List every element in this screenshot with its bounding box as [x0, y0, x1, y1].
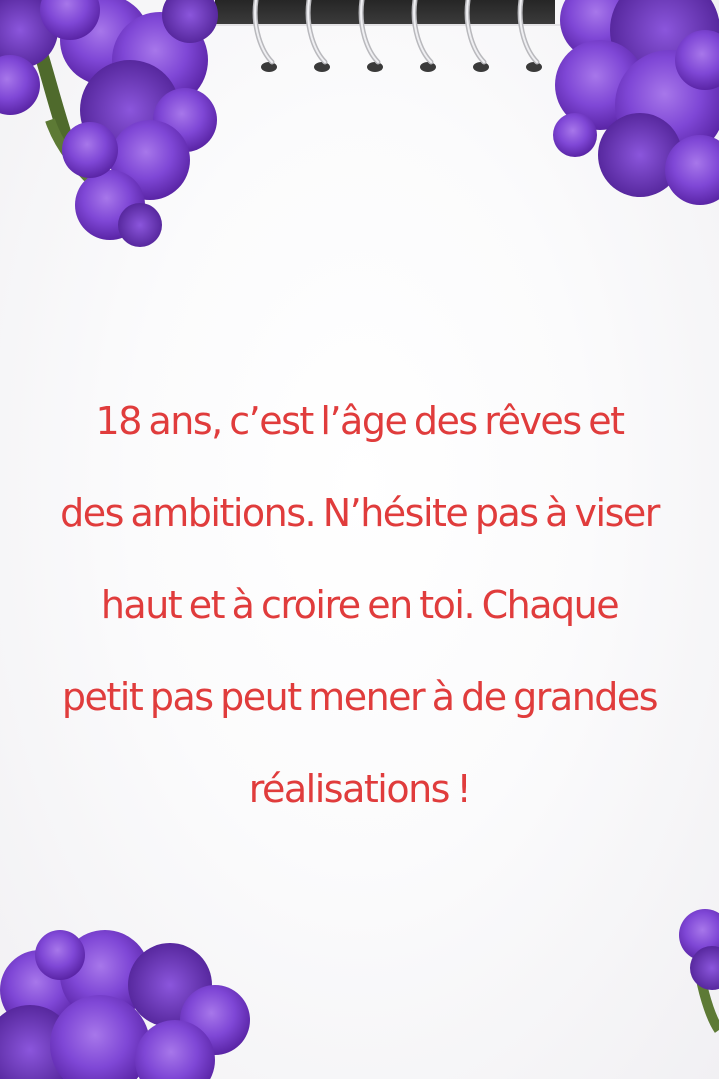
- flower-cluster-top-left-icon: [0, 0, 218, 247]
- quote-card: 18 ans, c’est l’âge des rêves et des amb…: [0, 0, 719, 1079]
- spiral-ring-icon: [411, 0, 436, 72]
- quote-line: des ambitions. N’hésite pas à viser: [60, 491, 660, 535]
- flower-cluster-bottom-right-icon: [679, 909, 719, 1033]
- spiral-ring-icon: [358, 0, 383, 72]
- spiral-ring-icon: [464, 0, 489, 72]
- spiral-rings: [252, 0, 542, 72]
- spiral-ring-icon: [252, 0, 277, 72]
- flower-cluster-bottom-left-icon: [0, 930, 250, 1079]
- birthday-quote: 18 ans, c’est l’âge des rêves et des amb…: [0, 375, 719, 835]
- quote-line: petit pas peut mener à de grandes: [61, 675, 659, 719]
- flower-cluster-top-right-icon: [553, 0, 719, 205]
- quote-line: haut et à croire en toi. Chaque: [100, 583, 620, 627]
- quote-line: réalisations !: [248, 767, 472, 811]
- quote-line: 18 ans, c’est l’âge des rêves et: [95, 399, 625, 443]
- spiral-ring-icon: [517, 0, 542, 72]
- spiral-ring-icon: [305, 0, 330, 72]
